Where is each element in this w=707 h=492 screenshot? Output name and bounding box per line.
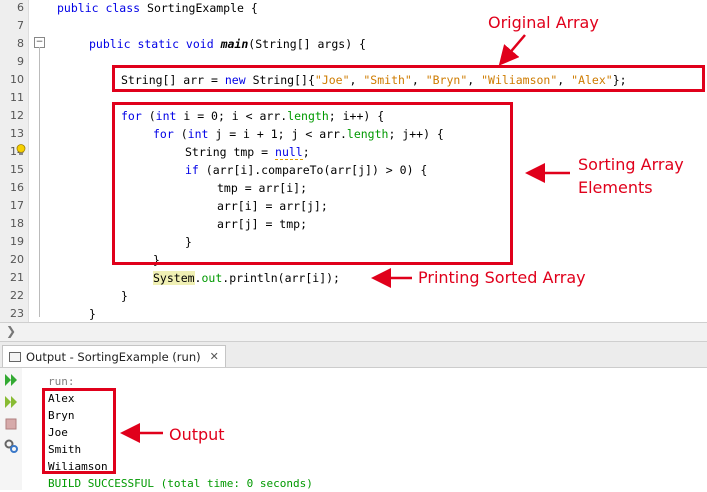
line-number: 10	[10, 73, 24, 86]
line-number: 22	[10, 289, 24, 302]
line-number: 13	[10, 127, 24, 140]
build-status: BUILD SUCCESSFUL (total time: 0 seconds)	[48, 477, 313, 490]
annotation-printing: Printing Sorted Array	[418, 268, 586, 287]
code-line-22: }	[121, 289, 128, 303]
line-number: 23	[10, 307, 24, 320]
output-highlight-box	[42, 388, 116, 474]
code-line-23: }	[89, 307, 96, 321]
annotation-output: Output	[169, 425, 225, 444]
warning-bulb-icon[interactable]	[16, 144, 26, 156]
output-window-icon	[9, 351, 21, 362]
output-toolbar	[0, 368, 23, 490]
arrow-to-original-array	[498, 34, 526, 66]
line-number: 18	[10, 217, 24, 230]
output-tab[interactable]: Output - SortingExample (run) ✕	[2, 345, 226, 367]
panel-splitter[interactable]: ❯	[0, 322, 707, 342]
close-icon[interactable]: ✕	[210, 347, 219, 367]
line-number: 6	[17, 1, 24, 14]
output-tab-label: Output - SortingExample (run)	[26, 349, 201, 364]
line-number: 8	[17, 37, 24, 50]
code-line-8: public static void main(String[] args) {	[89, 37, 366, 51]
output-tab-bar: Output - SortingExample (run) ✕	[0, 342, 707, 368]
code-line-21: System.out.println(arr[i]);	[153, 271, 340, 285]
rerun-icon[interactable]	[3, 372, 19, 388]
line-number: 11	[10, 91, 24, 104]
sorting-elements-highlight-box	[112, 102, 513, 265]
line-number: 12	[10, 109, 24, 122]
chevron-right-icon[interactable]: ❯	[6, 324, 16, 338]
line-number: 19	[10, 235, 24, 248]
line-number: 20	[10, 253, 24, 266]
annotation-sorting-line2: Elements	[578, 178, 653, 197]
output-console[interactable]: run: Alex Bryn Joe Smith Wiliamson BUILD…	[22, 368, 707, 490]
line-number-gutter: 6 7 8 9 10 11 12 13 14 15 16 17 18 19 20…	[0, 0, 29, 322]
original-array-highlight-box	[112, 65, 705, 92]
line-number: 7	[17, 19, 24, 32]
line-number: 9	[17, 55, 24, 68]
code-line-6: public class SortingExample {	[57, 1, 258, 15]
settings-icon[interactable]	[3, 438, 19, 454]
line-number: 16	[10, 181, 24, 194]
arrow-to-output	[120, 423, 163, 443]
line-number: 17	[10, 199, 24, 212]
rerun-with-options-icon[interactable]	[3, 394, 19, 410]
line-number: 21	[10, 271, 24, 284]
fold-guide	[39, 47, 40, 317]
line-number: 15	[10, 163, 24, 176]
stop-icon[interactable]	[3, 416, 19, 432]
annotation-sorting-line1: Sorting Array	[578, 155, 684, 174]
annotation-original-array: Original Array	[488, 13, 599, 32]
code-editor[interactable]: 6 7 8 9 10 11 12 13 14 15 16 17 18 19 20…	[0, 0, 707, 322]
